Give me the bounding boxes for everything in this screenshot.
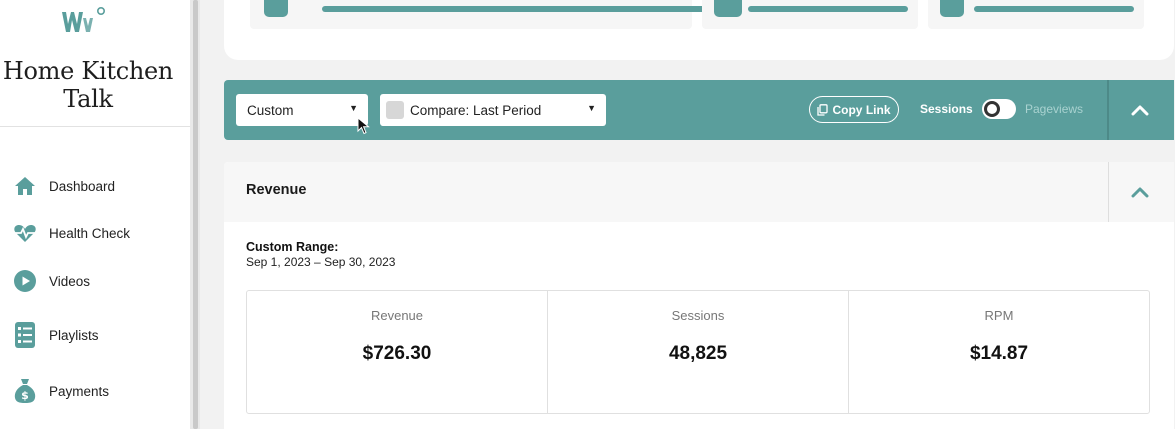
metric-value: $14.87 [969, 343, 1029, 364]
caret-down-icon: ▼ [587, 103, 596, 113]
chevron-up-icon [1131, 105, 1149, 116]
progress-bar [748, 6, 908, 12]
heart-pulse-icon [13, 221, 37, 245]
sessions-pageviews-toggle[interactable] [982, 99, 1016, 119]
upload-icon [940, 0, 964, 17]
metric-value: 48,825 [668, 343, 728, 364]
progress-bar [322, 6, 708, 12]
progress-bar [974, 6, 1134, 12]
range-label: Custom Range: [246, 240, 339, 254]
metric-rpm: RPM $14.87 [849, 291, 1149, 413]
chevron-up-icon [1131, 187, 1149, 198]
mouse-cursor-icon [357, 117, 370, 135]
device-icon [264, 0, 288, 17]
metric-label: RPM [984, 308, 1014, 323]
summary-item [702, 0, 918, 29]
sidebar-item-label: Playlists [49, 327, 99, 343]
collapse-filters-button[interactable] [1109, 80, 1171, 140]
caret-down-icon: ▼ [349, 103, 358, 113]
sidebar-divider [0, 126, 190, 127]
list-icon [13, 322, 37, 348]
toggle-label-sessions: Sessions [920, 102, 973, 116]
site-name: Home Kitchen Talk [2, 57, 174, 113]
metric-label: Revenue [370, 308, 424, 323]
scrollbar-thumb[interactable] [193, 0, 198, 429]
sidebar-item-health-check[interactable]: Health Check [0, 216, 190, 250]
sidebar-item-payments[interactable]: $ Payments [0, 374, 190, 408]
sidebar-item-playlists[interactable]: Playlists [0, 318, 190, 352]
panel-title: Revenue [246, 182, 307, 198]
home-icon [13, 174, 37, 198]
range-dates: Sep 1, 2023 – Sep 30, 2023 [246, 255, 396, 269]
sidebar: Home Kitchen Talk Dashboard Health Check… [0, 0, 190, 429]
metric-label: Sessions [671, 308, 725, 323]
summary-item [928, 0, 1144, 29]
copy-link-label: Copy Link [832, 102, 891, 117]
revenue-header [224, 162, 1174, 222]
sidebar-item-label: Videos [49, 273, 91, 289]
play-circle-icon [13, 269, 37, 293]
sidebar-item-videos[interactable]: Videos [0, 264, 190, 298]
date-range-select[interactable]: Custom ▼ [236, 94, 368, 126]
collapse-revenue-button[interactable] [1109, 162, 1171, 222]
sidebar-item-label: Payments [49, 383, 110, 399]
compare-checkbox[interactable] [386, 101, 404, 119]
metrics-grid: Revenue $726.30 Sessions 48,825 RPM $14.… [246, 290, 1150, 414]
code-icon [714, 0, 742, 17]
sidebar-item-label: Health Check [49, 225, 131, 241]
compare-value: Compare: Last Period [410, 102, 542, 118]
compare-select[interactable]: Compare: Last Period ▼ [380, 94, 606, 126]
metric-revenue: Revenue $726.30 [247, 291, 548, 413]
metric-value: $726.30 [362, 343, 432, 364]
copy-link-button[interactable]: Copy Link [809, 96, 899, 123]
svg-text:$: $ [21, 389, 29, 402]
sidebar-item-label: Dashboard [49, 178, 116, 194]
copy-icon [817, 103, 829, 116]
money-bag-icon: $ [13, 379, 37, 403]
metric-sessions: Sessions 48,825 [548, 291, 849, 413]
summary-item [250, 0, 708, 29]
logo-icon [62, 6, 105, 32]
toggle-knob [984, 101, 1000, 117]
toggle-label-pageviews: Pageviews [1025, 102, 1084, 116]
date-range-value: Custom [247, 102, 294, 118]
summary-card [224, 0, 1174, 60]
sidebar-item-dashboard[interactable]: Dashboard [0, 169, 190, 203]
